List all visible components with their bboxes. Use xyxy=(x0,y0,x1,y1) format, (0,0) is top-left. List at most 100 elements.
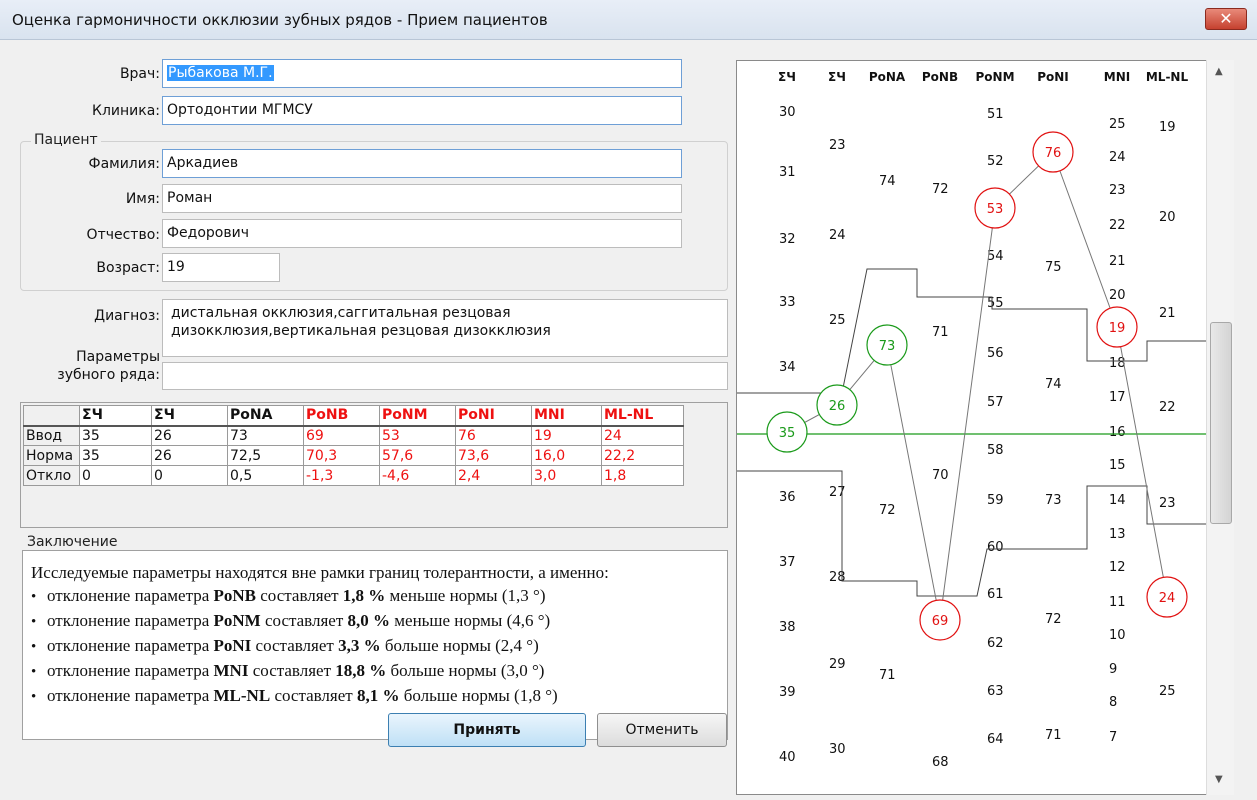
diagnosis-field[interactable]: дистальная окклюзия,саггитальная резцова… xyxy=(162,299,728,357)
table-header-row: ΣЧ ΣЧ PoNA PoNB PoNM PoNI MNI ML-NL xyxy=(23,405,684,427)
tolerance-boundary-line xyxy=(737,470,1207,597)
chart-tick-label: 22 xyxy=(1159,400,1176,415)
col-header-poni[interactable]: PoNI xyxy=(455,405,532,427)
chart-tick-label: 23 xyxy=(829,138,846,153)
chart-tick-label: 32 xyxy=(779,232,796,247)
table-cell[interactable]: 22,2 xyxy=(601,445,684,466)
chart-tick-label: 11 xyxy=(1109,595,1126,610)
item-text: составляет xyxy=(256,586,343,605)
table-cell[interactable]: 1,8 xyxy=(601,465,684,486)
table-cell[interactable]: 73 xyxy=(227,425,304,446)
cancel-button[interactable]: Отменить xyxy=(597,713,727,747)
chart-tick-label: 7 xyxy=(1109,730,1117,745)
chart-tick-label: 12 xyxy=(1109,560,1126,575)
chart-tick-label: 15 xyxy=(1109,458,1126,473)
col-header-ponm[interactable]: PoNM xyxy=(379,405,456,427)
table-cell[interactable]: 73,6 xyxy=(455,445,532,466)
chart-tick-label: 73 xyxy=(1045,493,1062,508)
item-text: составляет xyxy=(270,686,357,705)
chart-tick-label: 36 xyxy=(779,490,796,505)
patronymic-field[interactable]: Федорович xyxy=(162,219,682,248)
item-text: меньше нормы (4,6 °) xyxy=(390,611,551,630)
col-header-sum-lower[interactable]: ΣЧ xyxy=(151,405,228,427)
chart-tick-label: 24 xyxy=(1109,150,1126,165)
chart-tick-label: 64 xyxy=(987,732,1004,747)
age-field[interactable]: 19 xyxy=(162,253,280,282)
value-marker-label: 35 xyxy=(779,426,796,441)
chart-scrollbar[interactable]: ▲ ▼ xyxy=(1206,60,1234,795)
chart-tick-label: 31 xyxy=(779,165,796,180)
value-marker-label: 76 xyxy=(1045,146,1062,161)
table-cell[interactable]: -1,3 xyxy=(303,465,380,486)
table-cell[interactable]: 70,3 xyxy=(303,445,380,466)
col-header-pona[interactable]: PoNA xyxy=(227,405,304,427)
chart-tick-label: 25 xyxy=(1109,117,1126,132)
table-cell[interactable]: 57,6 xyxy=(379,445,456,466)
table-cell[interactable]: 24 xyxy=(601,425,684,446)
params-field[interactable] xyxy=(162,362,728,390)
name-field[interactable]: Роман xyxy=(162,184,682,213)
chart-tick-label: 20 xyxy=(1159,210,1176,225)
table-cell[interactable]: 16,0 xyxy=(531,445,602,466)
table-cell[interactable]: 26 xyxy=(151,425,228,446)
table-cell[interactable]: 19 xyxy=(531,425,602,446)
table-cell[interactable]: 35 xyxy=(79,445,152,466)
table-cell[interactable]: 69 xyxy=(303,425,380,446)
table-cell[interactable]: 53 xyxy=(379,425,456,446)
surname-label: Фамилия: xyxy=(88,156,160,172)
params-label-2: зубного ряда: xyxy=(57,367,160,383)
chart-tick-label: 40 xyxy=(779,750,796,765)
parameters-grid: ΣЧ ΣЧ PoNA PoNB PoNM PoNI MNI ML-NL Ввод… xyxy=(20,402,728,528)
chart-tick-label: 60 xyxy=(987,540,1004,555)
chart-tick-label: 72 xyxy=(879,503,896,518)
parameters-table: ΣЧ ΣЧ PoNA PoNB PoNM PoNI MNI ML-NL Ввод… xyxy=(23,405,684,486)
chart-tick-label: 25 xyxy=(1159,684,1176,699)
clinic-field[interactable]: Ортодонтии МГМСУ xyxy=(162,96,682,125)
conclusion-group-title: Заключение xyxy=(24,534,121,550)
table-cell[interactable]: 3,0 xyxy=(531,465,602,486)
surname-field[interactable]: Аркадиев xyxy=(162,149,682,178)
table-cell[interactable]: 0,5 xyxy=(227,465,304,486)
item-percent: 18,8 % xyxy=(335,661,387,680)
table-cell[interactable]: 2,4 xyxy=(455,465,532,486)
conclusion-text-area[interactable]: Исследуемые параметры находятся вне рамк… xyxy=(22,550,728,740)
table-cell[interactable]: -4,6 xyxy=(379,465,456,486)
chart-tick-label: 52 xyxy=(987,154,1004,169)
conclusion-content: Исследуемые параметры находятся вне рамк… xyxy=(31,561,609,709)
table-cell[interactable]: 72,5 xyxy=(227,445,304,466)
chart-tick-label: 10 xyxy=(1109,628,1126,643)
col-header-ml-nl[interactable]: ML-NL xyxy=(601,405,684,427)
scroll-down-icon[interactable]: ▼ xyxy=(1215,774,1223,785)
chart-tick-label: 33 xyxy=(779,295,796,310)
conclusion-item: отклонение параметра MNI составляет 18,8… xyxy=(31,659,609,684)
item-text: отклонение параметра xyxy=(47,636,214,655)
scroll-up-icon[interactable]: ▲ xyxy=(1215,66,1223,77)
doctor-field[interactable]: Рыбакова М.Г. xyxy=(162,59,682,88)
title-bar: Оценка гармоничности окклюзии зубных ряд… xyxy=(0,0,1257,40)
table-cell[interactable]: 0 xyxy=(79,465,152,486)
chart-tick-label: 22 xyxy=(1109,218,1126,233)
col-header-sum-upper[interactable]: ΣЧ xyxy=(79,405,152,427)
table-cell[interactable]: 0 xyxy=(151,465,228,486)
value-marker-label: 26 xyxy=(829,399,846,414)
occlusion-chart-panel[interactable]: ΣЧ ΣЧ PoNA PoNB PoNM PoNI MNI ML-NL 30 31 32 33 34 35… xyxy=(736,60,1234,795)
chart-tick-label: 57 xyxy=(987,395,1004,410)
item-param: PoNM xyxy=(213,611,261,630)
accept-button[interactable]: Принять xyxy=(388,713,586,747)
close-button[interactable]: ✕ xyxy=(1205,8,1247,30)
table-cell[interactable]: 35 xyxy=(79,425,152,446)
diagnosis-line-1: дистальная окклюзия,саггитальная резцова… xyxy=(171,305,511,321)
table-cell[interactable]: 76 xyxy=(455,425,532,446)
item-text: больше нормы (1,8 °) xyxy=(399,686,558,705)
col-header-mni[interactable]: MNI xyxy=(531,405,602,427)
chart-column-header: MNI xyxy=(1104,70,1130,84)
chart-tick-label: 68 xyxy=(932,755,949,770)
table-row-norm: Норма 35 26 72,5 70,3 57,6 73,6 16,0 22,… xyxy=(23,445,684,466)
conclusion-item: отклонение параметра PoNI составляет 3,3… xyxy=(31,634,609,659)
patient-group-title: Пациент xyxy=(31,132,101,148)
chart-tick-label: 13 xyxy=(1109,527,1126,542)
scroll-thumb[interactable] xyxy=(1210,322,1232,524)
chart-tick-label: 39 xyxy=(779,685,796,700)
col-header-ponb[interactable]: PoNB xyxy=(303,405,380,427)
table-cell[interactable]: 26 xyxy=(151,445,228,466)
